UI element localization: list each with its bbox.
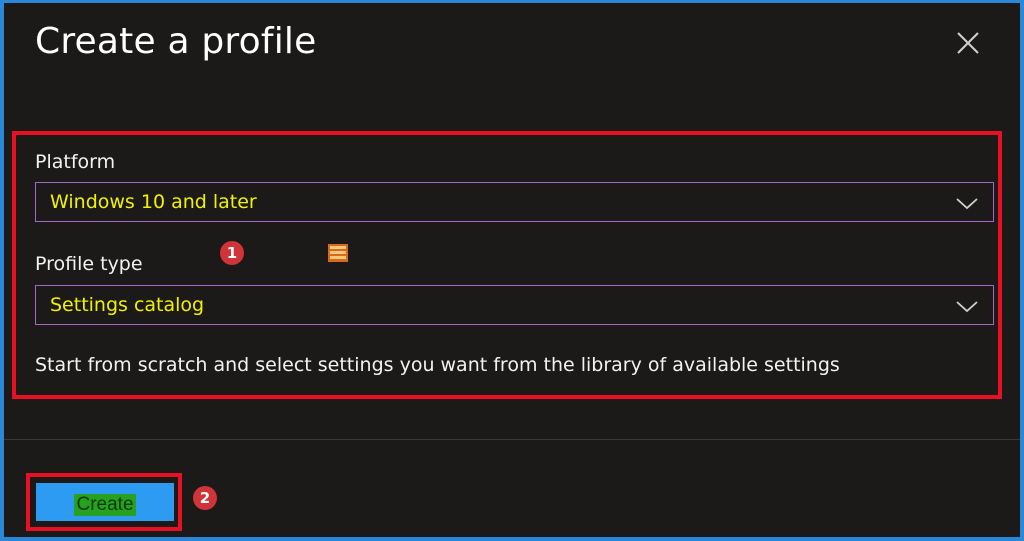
close-button[interactable] xyxy=(950,25,986,61)
chevron-down-icon xyxy=(956,198,978,210)
page-title: Create a profile xyxy=(35,21,317,62)
close-icon xyxy=(957,32,979,54)
logo-icon xyxy=(328,244,348,262)
profile-type-value: Settings catalog xyxy=(50,294,205,316)
platform-value: Windows 10 and later xyxy=(50,191,257,213)
profile-type-select[interactable]: Settings catalog xyxy=(35,285,994,325)
step-badge-1: 1 xyxy=(220,241,244,265)
profile-type-description: Start from scratch and select settings y… xyxy=(35,354,840,376)
platform-label: Platform xyxy=(35,151,116,173)
create-button[interactable]: Create xyxy=(36,483,174,521)
profile-type-label: Profile type xyxy=(35,253,143,275)
platform-select[interactable]: Windows 10 and later xyxy=(35,182,994,222)
create-button-label: Create xyxy=(74,494,136,516)
chevron-down-icon xyxy=(956,301,978,313)
create-profile-panel: Create a profile Platform Windows 10 and… xyxy=(4,3,1020,537)
step-badge-2: 2 xyxy=(193,486,217,510)
footer-divider xyxy=(4,439,1020,440)
